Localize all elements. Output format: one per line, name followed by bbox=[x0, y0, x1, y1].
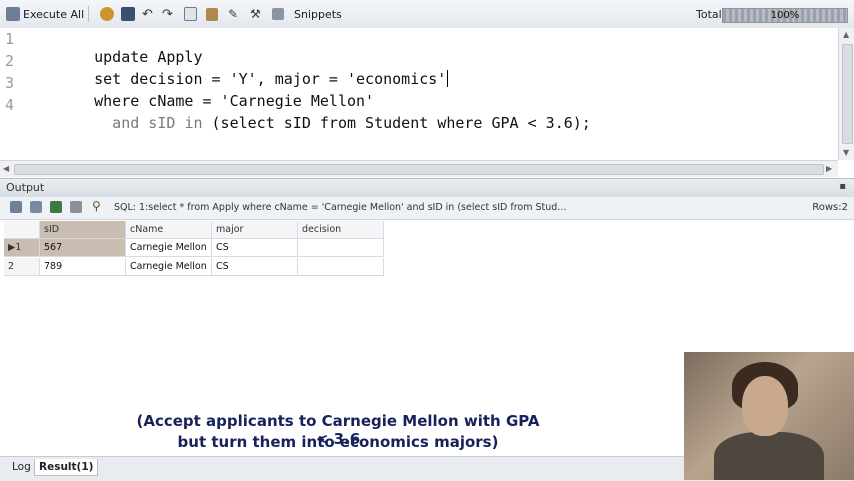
line-number: 3 bbox=[5, 74, 15, 92]
toolbar: Execute All ↶ ↷ ✎ ⚒ Snippets Total 100% bbox=[0, 0, 854, 29]
paste-button[interactable] bbox=[206, 5, 218, 23]
copy-button[interactable] bbox=[184, 5, 197, 23]
line-number: 4 bbox=[5, 96, 15, 114]
save-icon bbox=[121, 7, 135, 21]
scroll-thumb[interactable] bbox=[14, 164, 824, 175]
row-number: 1 bbox=[15, 242, 22, 253]
redo-icon: ↷ bbox=[162, 6, 173, 22]
table-cell[interactable]: Carnegie Mellon bbox=[126, 258, 212, 276]
last-sql-statement: SQL: 1:select * from Apply where cName =… bbox=[114, 202, 567, 213]
row-header[interactable]: ▶1 bbox=[4, 239, 40, 257]
scroll-thumb[interactable] bbox=[842, 44, 853, 144]
export-excel-icon[interactable] bbox=[50, 201, 62, 213]
progress-text: 100% bbox=[770, 10, 800, 21]
scroll-left-arrow-icon[interactable]: ◀ bbox=[3, 164, 9, 173]
copy-results-icon[interactable] bbox=[70, 201, 82, 213]
scroll-right-arrow-icon[interactable]: ▶ bbox=[826, 164, 832, 173]
undo-icon: ↶ bbox=[142, 6, 153, 22]
scroll-up-arrow-icon[interactable]: ▲ bbox=[843, 30, 849, 39]
open-icon bbox=[100, 7, 114, 21]
pin-icon[interactable]: ▪ bbox=[839, 181, 846, 192]
table-cell[interactable]: 567 bbox=[40, 239, 126, 257]
tools-button[interactable]: ⚒ bbox=[250, 5, 261, 23]
execute-all-button[interactable]: Execute All bbox=[6, 5, 84, 23]
code-token: and sID bbox=[94, 114, 185, 132]
format-icon bbox=[272, 8, 284, 20]
copy-icon bbox=[184, 7, 197, 21]
execute-all-label: Execute All bbox=[23, 7, 85, 21]
lecture-caption-line-2: but turn them into economics majors) bbox=[177, 433, 499, 451]
code-token: in bbox=[184, 114, 203, 132]
open-button[interactable] bbox=[100, 5, 114, 23]
column-header-major[interactable]: major bbox=[212, 221, 298, 239]
table-cell[interactable]: 789 bbox=[40, 258, 126, 276]
run-icon bbox=[6, 7, 20, 21]
text-caret bbox=[447, 70, 449, 87]
snippets-button[interactable]: Snippets bbox=[294, 5, 342, 23]
row-header[interactable]: 2 bbox=[4, 258, 40, 276]
column-header-sid[interactable]: sID bbox=[40, 221, 126, 239]
grid-view-icon[interactable] bbox=[10, 201, 22, 213]
save-button[interactable] bbox=[121, 5, 135, 23]
table-cell[interactable] bbox=[298, 258, 384, 276]
output-title: Output bbox=[6, 181, 45, 194]
format-button[interactable] bbox=[272, 5, 284, 23]
editor-horizontal-scrollbar[interactable]: ◀ ▶ bbox=[0, 160, 838, 177]
column-header-decision[interactable]: decision bbox=[298, 221, 384, 239]
scroll-down-arrow-icon[interactable]: ▼ bbox=[843, 148, 849, 157]
line-number: 1 bbox=[5, 30, 15, 48]
total-label: Total bbox=[696, 8, 722, 21]
table-cell[interactable]: CS bbox=[212, 239, 298, 257]
tools-icon: ⚒ bbox=[250, 7, 261, 21]
output-toolbar: ⚲ SQL: 1:select * from Apply where cName… bbox=[0, 197, 854, 220]
webcam-video bbox=[684, 352, 854, 480]
clear-icon: ✎ bbox=[228, 7, 239, 21]
tab-log[interactable]: Log bbox=[8, 459, 35, 475]
table-cell[interactable]: Carnegie Mellon bbox=[126, 239, 212, 257]
total-progress-bar: 100% bbox=[722, 8, 848, 23]
sql-editor[interactable]: 1 2 3 4 update Apply set decision = 'Y',… bbox=[0, 28, 838, 160]
paste-icon bbox=[206, 7, 218, 21]
code-line-4[interactable]: and sID in (select sID from Student wher… bbox=[58, 96, 591, 150]
output-panel-header: Output ▪ bbox=[0, 178, 854, 198]
text-view-icon[interactable] bbox=[30, 201, 42, 213]
filter-icon[interactable]: ⚲ bbox=[92, 199, 101, 213]
clear-button[interactable]: ✎ bbox=[228, 5, 238, 23]
table-cell[interactable] bbox=[298, 239, 384, 257]
line-number: 2 bbox=[5, 52, 15, 70]
snippets-label: Snippets bbox=[294, 7, 342, 21]
table-cell[interactable]: CS bbox=[212, 258, 298, 276]
column-header-cname[interactable]: cName bbox=[126, 221, 212, 239]
undo-button[interactable]: ↶ bbox=[142, 5, 153, 23]
line-number-gutter: 1 2 3 4 bbox=[0, 28, 14, 160]
row-header-corner bbox=[4, 221, 40, 239]
rows-count: Rows:2 bbox=[812, 202, 848, 213]
code-token: (select sID from Student where GPA < 3.6… bbox=[202, 114, 591, 132]
tab-result[interactable]: Result(1) bbox=[34, 459, 99, 476]
editor-vertical-scrollbar[interactable]: ▲ ▼ bbox=[838, 28, 854, 160]
presenter-body bbox=[714, 432, 824, 480]
presenter-face bbox=[742, 376, 788, 436]
redo-button[interactable]: ↷ bbox=[162, 5, 173, 23]
